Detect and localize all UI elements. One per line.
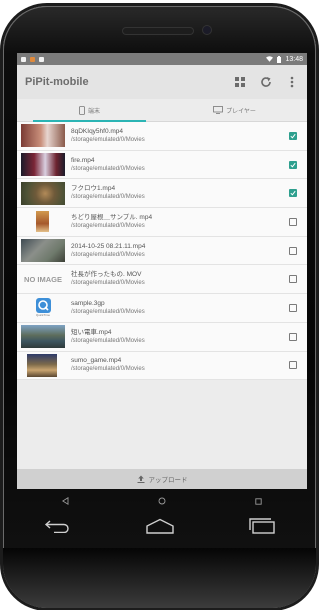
file-path: /storage/emulated/0/Movies — [71, 136, 145, 143]
grid-icon — [235, 77, 245, 87]
select-checkbox[interactable] — [289, 275, 297, 284]
quicktime-thumbnail: QuickTime — [21, 296, 65, 320]
quicktime-caption: QuickTime — [35, 313, 51, 318]
file-list: 8qDKIqy5hf0.mp4 /storage/emulated/0/Movi… — [17, 122, 307, 381]
battery-icon — [277, 55, 282, 63]
select-checkbox[interactable] — [289, 246, 297, 255]
tab-bar: 端末 プレイヤー — [17, 99, 307, 122]
file-path: /storage/emulated/0/Movies — [71, 251, 145, 258]
upload-icon — [137, 475, 144, 483]
back-button[interactable] — [55, 493, 75, 509]
list-item[interactable]: 8qDKIqy5hf0.mp4 /storage/emulated/0/Movi… — [17, 122, 307, 151]
back-arrow-icon — [44, 520, 69, 533]
video-thumbnail — [21, 181, 65, 205]
no-image-thumbnail: NO IMAGE — [21, 268, 65, 291]
list-item[interactable]: NO IMAGE 社長が作ったもの. MOV /storage/emulated… — [17, 265, 307, 295]
wifi-icon — [266, 56, 274, 62]
file-name: 2014-10-25 08.21.11.mp4 — [71, 242, 146, 250]
video-thumbnail — [21, 124, 65, 148]
video-thumbnail — [21, 239, 65, 263]
tab-player[interactable]: プレイヤー — [162, 99, 307, 121]
file-path: /storage/emulated/0/Movies — [71, 308, 145, 315]
file-name: フクロウ1.mp4 — [71, 185, 116, 193]
recents-button[interactable] — [249, 493, 269, 509]
tab-player-label: プレイヤー — [226, 108, 256, 115]
file-name: sumo_game.mp4 — [71, 357, 122, 365]
home-icon — [146, 518, 174, 534]
recents-square-icon — [255, 497, 262, 505]
refresh-icon — [261, 77, 271, 87]
file-name: 8qDKIqy5hf0.mp4 — [71, 127, 124, 135]
file-path: /storage/emulated/0/Movies — [71, 366, 145, 373]
list-item[interactable]: 2014-10-25 08.21.11.mp4 /storage/emulate… — [17, 237, 307, 266]
earpiece-speaker — [123, 28, 193, 34]
select-checkbox[interactable] — [289, 189, 297, 198]
list-item[interactable]: sumo_game.mp4 /storage/emulated/0/Movies — [17, 352, 307, 381]
file-name: sample.3gp — [71, 299, 105, 307]
list-item[interactable]: 短い電車.mp4 /storage/emulated/0/Movies — [17, 323, 307, 352]
notification-icon-orange — [30, 56, 35, 62]
phone-icon — [79, 105, 85, 115]
status-bar: 13:48 — [17, 53, 307, 65]
video-thumbnail — [21, 210, 65, 234]
file-path: /storage/emulated/0/Movies — [71, 280, 145, 287]
select-checkbox[interactable] — [289, 361, 297, 370]
file-name: fire.mp4 — [71, 156, 95, 164]
refresh-button[interactable] — [259, 75, 273, 89]
file-path: /storage/emulated/0/Movies — [71, 222, 145, 229]
upload-label: アップロード — [148, 477, 188, 484]
upload-button[interactable]: アップロード — [17, 469, 307, 489]
status-time: 13:48 — [285, 55, 303, 63]
tab-device-label: 端末 — [87, 108, 100, 115]
file-path: /storage/emulated/0/Movies — [71, 165, 145, 172]
notification-icon-2 — [39, 56, 44, 62]
list-item[interactable]: QuickTime sample.3gp /storage/emulated/0… — [17, 294, 307, 323]
hardware-keys — [40, 510, 280, 542]
no-image-label: NO IMAGE — [24, 274, 62, 284]
quicktime-icon — [35, 298, 51, 314]
more-vert-icon — [290, 76, 294, 88]
grid-view-button[interactable] — [233, 75, 247, 89]
file-path: /storage/emulated/0/Movies — [71, 194, 145, 201]
select-checkbox[interactable] — [289, 217, 297, 226]
list-empty-area — [17, 385, 307, 469]
overflow-menu-button[interactable] — [285, 75, 299, 89]
hardware-recents-button[interactable] — [244, 513, 280, 539]
check-icon — [290, 191, 296, 196]
screen: 13:48 PiPit-mobile 端末 プレイヤー 8qDKIqy5hf0.… — [17, 53, 307, 489]
hardware-back-button[interactable] — [40, 513, 76, 539]
recents-icon — [249, 518, 275, 534]
front-camera — [203, 26, 211, 34]
select-checkbox[interactable] — [289, 131, 297, 140]
app-bar: PiPit-mobile — [17, 65, 307, 99]
video-thumbnail — [21, 325, 65, 349]
video-thumbnail — [21, 153, 65, 177]
notification-icon — [21, 56, 26, 62]
hardware-home-button[interactable] — [142, 513, 178, 539]
video-thumbnail — [21, 353, 65, 377]
home-circle-icon — [158, 497, 166, 505]
select-checkbox[interactable] — [289, 160, 297, 169]
select-checkbox[interactable] — [289, 332, 297, 341]
app-title: PiPit-mobile — [25, 76, 89, 88]
list-item[interactable]: フクロウ1.mp4 /storage/emulated/0/Movies — [17, 179, 307, 209]
file-path: /storage/emulated/0/Movies — [71, 337, 145, 344]
tab-device[interactable]: 端末 — [17, 99, 162, 122]
file-name: ちどり屋根＿サンプル. mp4 — [71, 213, 153, 221]
phone-bottom-rim — [3, 548, 316, 608]
select-checkbox[interactable] — [289, 303, 297, 312]
list-item[interactable]: ちどり屋根＿サンプル. mp4 /storage/emulated/0/Movi… — [17, 208, 307, 237]
file-name: 短い電車.mp4 — [71, 328, 112, 336]
list-item[interactable]: fire.mp4 /storage/emulated/0/Movies — [17, 151, 307, 180]
monitor-icon — [213, 106, 223, 114]
check-icon — [290, 162, 296, 168]
check-icon — [290, 133, 296, 139]
back-triangle-icon — [61, 497, 69, 505]
file-name: 社長が作ったもの. MOV — [71, 271, 142, 279]
home-button[interactable] — [152, 493, 172, 509]
